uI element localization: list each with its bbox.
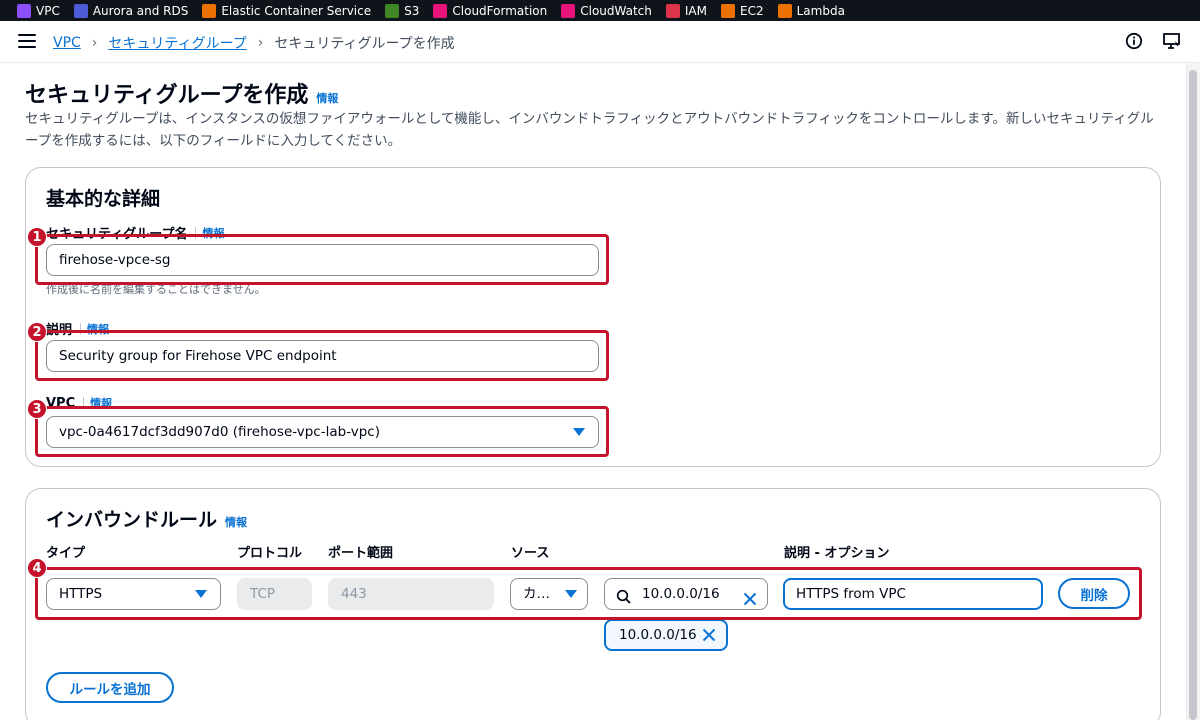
highlight-box-3 (35, 406, 609, 457)
ecs-icon (202, 3, 217, 18)
page-title-text: セキュリティグループを作成 (25, 83, 309, 108)
page-title: セキュリティグループを作成 情報 (25, 77, 338, 109)
lambda-icon (777, 3, 792, 18)
favorite-lambda[interactable]: Lambda (777, 3, 845, 18)
favorite-label: S3 (404, 3, 420, 18)
favorite-ec2[interactable]: EC2 (721, 3, 764, 18)
favorite-elastic-container-service[interactable]: Elastic Container Service (202, 3, 372, 18)
favorite-aurora-and-rds[interactable]: Aurora and RDS (73, 3, 189, 18)
breadcrumb: VPC › セキュリティグループ › セキュリティグループを作成 (53, 33, 455, 53)
basic-details-card: 基本的な詳細 セキュリティグループ名 情報 firehose-vpce-sg 作… (25, 167, 1161, 467)
scrollbar-thumb[interactable] (1189, 70, 1197, 720)
rds-icon (73, 3, 88, 18)
breadcrumb-vpc[interactable]: VPC (53, 35, 81, 51)
favorite-label: CloudWatch (580, 3, 652, 18)
breadcrumb-security-groups[interactable]: セキュリティグループ (108, 33, 246, 53)
favorite-label: Aurora and RDS (92, 3, 189, 18)
cloudwatch-icon (561, 3, 576, 18)
inbound-rules-card: インバウンドルール 情報 タイプ プロトコル ポート範囲 ソース 説明 - オプ… (25, 488, 1161, 720)
main-content: セキュリティグループを作成 情報 セキュリティグループは、インスタンスの仮想ファ… (0, 63, 1186, 720)
cloudformation-icon (433, 3, 448, 18)
remove-token-icon[interactable] (702, 628, 716, 646)
info-link[interactable]: 情報 (316, 90, 338, 106)
source-token-value: 10.0.0.0/16 (619, 627, 697, 643)
favorite-cloudformation[interactable]: CloudFormation (433, 3, 548, 18)
page-description: セキュリティグループは、インスタンスの仮想ファイアウォールとして機能し、インバウ… (25, 111, 1154, 149)
info-icon[interactable] (1124, 31, 1144, 51)
basic-details-heading: 基本的な詳細 (46, 188, 161, 210)
annotation-badge-4: 4 (27, 558, 47, 578)
inbound-heading-text: インバウンドルール (46, 509, 218, 531)
favorite-label: Lambda (796, 3, 845, 18)
source-token: 10.0.0.0/16 (604, 619, 728, 651)
favorite-cloudwatch[interactable]: CloudWatch (561, 3, 652, 18)
highlight-box-4 (35, 567, 1142, 620)
column-protocol: プロトコル (237, 546, 303, 561)
annotation-badge-2: 2 (27, 322, 47, 342)
vpc-icon (17, 3, 31, 18)
favorite-s3[interactable]: S3 (385, 3, 420, 18)
chevron-right-icon: › (91, 35, 98, 51)
favorites-bar: VPC Aurora and RDS Elastic Container Servi… (0, 0, 1200, 21)
s3-icon (385, 3, 400, 18)
favorite-label: VPC (36, 3, 60, 18)
favorite-label: IAM (684, 3, 707, 18)
favorite-vpc[interactable]: VPC (17, 3, 60, 18)
breadcrumb-current: セキュリティグループを作成 (274, 36, 455, 52)
breadcrumb-bar: VPC › セキュリティグループ › セキュリティグループを作成 (0, 21, 1200, 63)
feedback-icon[interactable] (1162, 31, 1182, 51)
menu-icon[interactable] (18, 33, 36, 49)
annotation-badge-3: 3 (27, 399, 47, 419)
inbound-rules-heading: インバウンドルール 情報 (46, 505, 247, 532)
column-port-range: ポート範囲 (328, 546, 394, 561)
chevron-right-icon: › (257, 35, 264, 51)
column-type: タイプ (46, 546, 86, 561)
iam-icon (665, 3, 680, 18)
favorite-label: EC2 (740, 3, 764, 18)
favorite-label: CloudFormation (452, 3, 548, 18)
ec2-icon (721, 3, 735, 18)
highlight-box-1 (35, 234, 609, 285)
column-source: ソース (511, 546, 550, 561)
favorite-label: Elastic Container Service (221, 3, 372, 18)
add-rule-button[interactable]: ルールを追加 (46, 672, 174, 703)
annotation-badge-1: 1 (27, 227, 47, 247)
inbound-info-link[interactable]: 情報 (225, 514, 247, 530)
favorite-iam[interactable]: IAM (665, 3, 707, 18)
column-description: 説明 - オプション (784, 546, 890, 561)
highlight-box-2 (35, 330, 609, 381)
